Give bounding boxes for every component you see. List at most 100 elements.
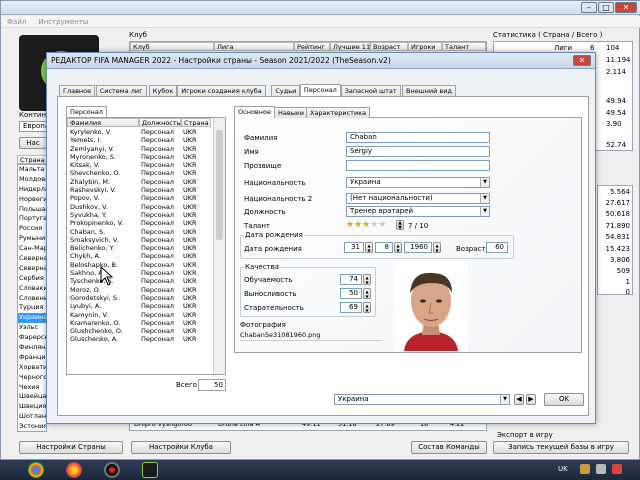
col-country[interactable]: Страна xyxy=(181,118,211,127)
staff-row[interactable]: Tyschenko, S. Персонал UKR xyxy=(67,277,212,285)
staff-row[interactable]: Kramarenko, O. Персонал UKR xyxy=(67,319,212,327)
country-item[interactable]: Уэльс xyxy=(18,323,46,333)
country-item[interactable]: Мальта xyxy=(18,165,46,175)
staff-row[interactable]: Yemets, I. Персонал UKR xyxy=(67,136,212,144)
staff-row[interactable]: Glushchenko, O. Персонал UKR xyxy=(67,327,212,335)
birth-day-field[interactable]: 31 xyxy=(344,242,364,253)
scroll-thumb[interactable] xyxy=(216,130,223,240)
staff-row[interactable]: Moroz, O. Персонал UKR xyxy=(67,286,212,294)
country-item[interactable]: Польша xyxy=(18,205,46,215)
country-item[interactable]: Эстония xyxy=(18,422,46,431)
tab-7[interactable]: Внешний вид xyxy=(402,85,456,96)
tab-skills[interactable]: Навыки xyxy=(274,107,308,118)
next-button[interactable]: ▶ xyxy=(526,394,536,405)
staff-row[interactable]: Sakhno, A. Персонал UKR xyxy=(67,269,212,277)
stamina-field[interactable]: 50 xyxy=(340,288,362,299)
tab-5[interactable]: Персонал xyxy=(299,84,341,96)
staff-row[interactable]: Chaban, S. Персонал UKR xyxy=(67,228,212,236)
tab-3[interactable]: Игроки создания клуба xyxy=(177,85,266,96)
fifa-manager-icon[interactable] xyxy=(142,462,158,478)
country-item[interactable]: Фарерские xyxy=(18,333,46,343)
menu-file[interactable]: Файл xyxy=(1,16,32,28)
month-spinner[interactable]: ▲ ▼ xyxy=(394,242,402,253)
col-club[interactable]: Клуб xyxy=(130,42,214,51)
chrome-icon[interactable] xyxy=(28,462,44,478)
prev-button[interactable]: ◀ xyxy=(514,394,524,405)
team-composition-button[interactable]: Состав Команды xyxy=(411,441,487,454)
dialog-close-button[interactable]: ✕ xyxy=(573,55,591,66)
name-field[interactable]: Sergiy xyxy=(346,146,490,157)
club-settings-button[interactable]: Настройки Клуба xyxy=(131,441,231,454)
staff-row[interactable]: Dushkov, V. Персонал UKR xyxy=(67,203,212,211)
staff-scrollbar[interactable] xyxy=(213,118,225,374)
country-item[interactable]: Швейцария xyxy=(18,392,46,402)
talent-spinner[interactable]: ▲ ▼ xyxy=(396,220,404,230)
country-item[interactable]: Финляндия xyxy=(18,343,46,353)
staff-row[interactable]: Rashevskyi, V. Персонал UKR xyxy=(67,186,212,194)
country-item[interactable]: Сан-Марино xyxy=(18,244,46,254)
tab-0[interactable]: Главное xyxy=(59,85,96,96)
country-item[interactable]: Франция xyxy=(18,353,46,363)
country-item[interactable]: Словения xyxy=(18,294,46,304)
country-filter-select[interactable]: Украина ▼ xyxy=(334,394,510,405)
menu-tools[interactable]: Инструменты xyxy=(32,16,94,28)
country-item[interactable]: Молдова xyxy=(18,175,46,185)
tray-icon[interactable] xyxy=(580,464,590,474)
record-icon[interactable] xyxy=(104,462,120,478)
country-item[interactable]: Россия xyxy=(18,224,46,234)
nickname-field[interactable] xyxy=(346,160,490,171)
country-item[interactable]: Португалия xyxy=(18,214,46,224)
staff-row[interactable]: Kitsak, V. Персонал UKR xyxy=(67,161,212,169)
col-talent[interactable]: Талант xyxy=(442,42,486,51)
country-item[interactable]: Украина xyxy=(18,313,46,324)
staff-row[interactable]: Chykh, A. Персонал UKR xyxy=(67,252,212,260)
staff-row[interactable]: Kamynin, V. Персонал UKR xyxy=(67,311,212,319)
country-list[interactable]: МальтаМолдоваНидерландыНорвегияПольшаПор… xyxy=(17,164,47,432)
speaker-icon[interactable] xyxy=(596,464,606,474)
continent-settings-button[interactable]: Нас xyxy=(19,137,47,149)
tab-characteristic[interactable]: Характеристика xyxy=(306,107,371,118)
minimize-button[interactable]: – xyxy=(581,2,597,13)
staff-row[interactable]: Beloshapko, B. Персонал UKR xyxy=(67,261,212,269)
country-item[interactable]: Северная xyxy=(18,254,46,264)
country-item[interactable]: Чехия xyxy=(18,383,46,393)
diligence-spinner[interactable]: ▲ ▼ xyxy=(363,302,371,313)
country-item[interactable]: Шотландия xyxy=(18,412,46,422)
staff-row[interactable]: Gorodetskyi, S. Персонал UKR xyxy=(67,294,212,302)
day-spinner[interactable]: ▲ ▼ xyxy=(365,242,373,253)
country-item[interactable]: Румыния xyxy=(18,234,46,244)
tab-6[interactable]: Запасной штат xyxy=(340,85,401,96)
col-rating[interactable]: Рейтинг xyxy=(294,42,330,51)
country-item[interactable]: Словакия xyxy=(18,284,46,294)
learning-field[interactable]: 74 xyxy=(340,274,362,285)
staff-row[interactable]: Prokopinenko, V. Персонал UKR xyxy=(67,219,212,227)
year-spinner[interactable]: ▲ ▼ xyxy=(433,242,441,253)
country-item[interactable]: Черногория xyxy=(18,373,46,383)
diligence-field[interactable]: 69 xyxy=(340,302,362,313)
talent-stars[interactable]: ★★★★★ xyxy=(346,220,386,230)
export-db-button[interactable]: Запись текущей базы в игру xyxy=(493,441,629,454)
continent-select[interactable]: Европа xyxy=(19,121,47,132)
country-settings-button[interactable]: Настройки Страны xyxy=(19,441,123,454)
staff-row[interactable]: Kyrylenko, V. Персонал UKR xyxy=(67,128,212,136)
staff-row[interactable]: Lyubyi, A. Персонал UKR xyxy=(67,302,212,310)
star-icon[interactable]: ★ xyxy=(354,220,362,230)
staff-list[interactable]: Фамилия Должность Страна Kyrylenko, V. Пе… xyxy=(66,117,226,375)
surname-field[interactable]: Chaban xyxy=(346,132,490,143)
staff-row[interactable]: Smaksyvich, V. Персонал UKR xyxy=(67,236,212,244)
staff-row[interactable]: Belichenko, Y. Персонал UKR xyxy=(67,244,212,252)
star-icon[interactable]: ★ xyxy=(378,220,386,230)
tab-4[interactable]: Судьи xyxy=(271,85,301,96)
learning-spinner[interactable]: ▲ ▼ xyxy=(363,274,371,285)
nationality-select[interactable]: Украина ▼ xyxy=(346,177,490,188)
country-item[interactable]: Хорватия xyxy=(18,363,46,373)
position-select[interactable]: Тренер вратарей ▼ xyxy=(346,206,490,217)
close-button[interactable]: ✕ xyxy=(615,2,637,13)
birth-year-field[interactable]: 1960 xyxy=(404,242,432,253)
staff-row[interactable]: Myronenko, S. Персонал UKR xyxy=(67,153,212,161)
col-league[interactable]: Лига xyxy=(214,42,294,51)
staff-row[interactable]: Gluschenko, A. Персонал UKR xyxy=(67,335,212,343)
country-header[interactable]: Страна xyxy=(17,155,47,164)
country-item[interactable]: Швеция xyxy=(18,402,46,412)
language-indicator[interactable]: UK xyxy=(558,465,568,473)
